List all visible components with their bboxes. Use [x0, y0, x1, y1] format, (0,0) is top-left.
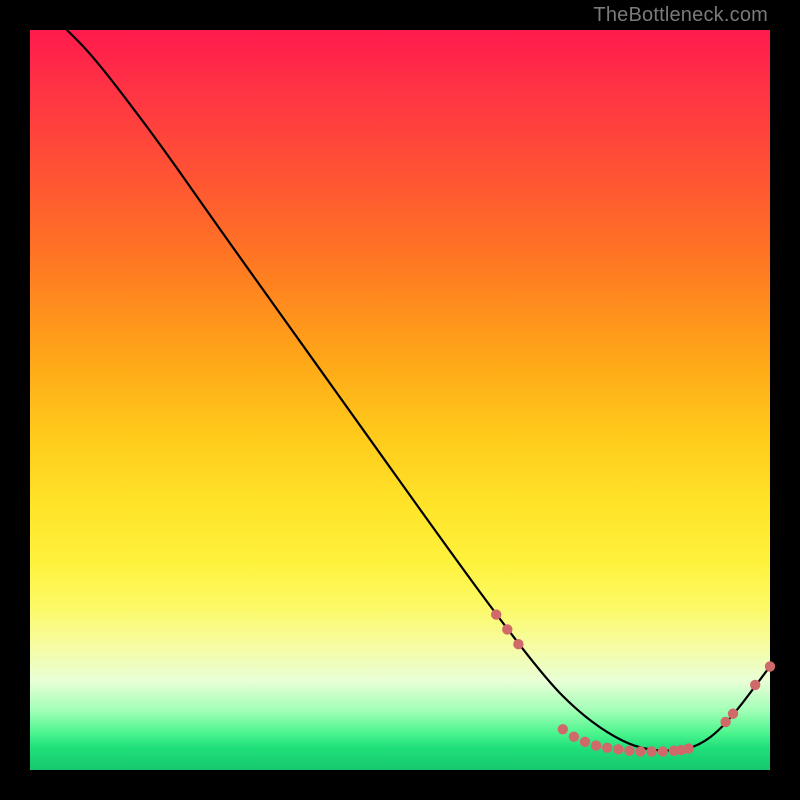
- data-marker: [502, 624, 512, 634]
- bottleneck-curve: [67, 30, 770, 751]
- data-marker: [728, 709, 738, 719]
- data-marker: [580, 737, 590, 747]
- plot-area: [30, 30, 770, 770]
- data-marker: [658, 746, 668, 756]
- marker-group: [491, 609, 775, 756]
- data-marker: [558, 724, 568, 734]
- data-marker: [491, 609, 501, 619]
- curve-layer: [30, 30, 770, 770]
- data-marker: [569, 732, 579, 742]
- data-marker: [635, 746, 645, 756]
- data-marker: [720, 717, 730, 727]
- data-marker: [513, 639, 523, 649]
- data-marker: [683, 743, 693, 753]
- data-marker: [646, 746, 656, 756]
- chart-frame: TheBottleneck.com: [0, 0, 800, 800]
- watermark-text: TheBottleneck.com: [593, 4, 768, 27]
- data-marker: [624, 746, 634, 756]
- data-marker: [750, 680, 760, 690]
- data-marker: [765, 661, 775, 671]
- data-marker: [613, 744, 623, 754]
- data-marker: [602, 743, 612, 753]
- data-marker: [591, 740, 601, 750]
